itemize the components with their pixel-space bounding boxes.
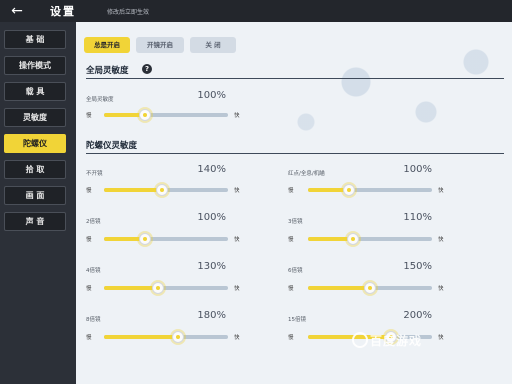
- slow-label: 慢: [288, 237, 294, 243]
- slow-label: 慢: [86, 237, 92, 243]
- settings-panel: 总是开启 开镜开启 关 闭 全局灵敏度 ? 全局灵敏度 100% 慢 快 陀螺仪…: [76, 22, 512, 384]
- mode-scope-on-button[interactable]: 开镜开启: [136, 37, 184, 53]
- slider-fill: [104, 335, 179, 339]
- sidebar-item-sensitivity[interactable]: 灵敏度: [4, 108, 66, 127]
- 3x-scope-slider[interactable]: [308, 233, 432, 245]
- slider-label: 8倍镜: [86, 317, 101, 323]
- fast-label: 快: [234, 335, 240, 341]
- slider-value: 200%: [403, 310, 432, 321]
- slider-label: 全局灵敏度: [86, 97, 114, 103]
- slow-label: 慢: [86, 188, 92, 194]
- slider-fill: [308, 286, 370, 290]
- slider-label: 2倍镜: [86, 219, 101, 225]
- slider-label: 不开镜: [86, 171, 103, 177]
- mode-always-on-button[interactable]: 总是开启: [84, 37, 130, 53]
- top-bar: ← 设置 修改后立即生效: [0, 0, 512, 22]
- slider-handle[interactable]: [364, 282, 376, 294]
- slow-label: 慢: [86, 286, 92, 292]
- fast-label: 快: [234, 237, 240, 243]
- slider-label: 3倍镜: [288, 219, 303, 225]
- save-hint: 修改后立即生效: [107, 9, 150, 16]
- fast-label: 快: [438, 335, 444, 341]
- 2x-scope-slider[interactable]: [104, 233, 228, 245]
- global-sensitivity-slider[interactable]: [104, 109, 228, 121]
- 6x-scope-slider[interactable]: [308, 282, 432, 294]
- slider-handle[interactable]: [155, 184, 168, 196]
- back-arrow-icon[interactable]: ←: [4, 2, 30, 20]
- fast-label: 快: [234, 113, 240, 119]
- slider-value: 100%: [403, 164, 432, 175]
- global-sensitivity-title: 全局灵敏度: [86, 66, 129, 76]
- sidebar-item-control-mode[interactable]: 操作模式: [4, 56, 66, 75]
- help-icon[interactable]: ?: [142, 64, 152, 74]
- slider-value: 140%: [197, 164, 226, 175]
- slow-label: 慢: [288, 286, 294, 292]
- watermark-text: 百度游戏: [370, 334, 423, 348]
- fast-label: 快: [438, 286, 444, 292]
- sidebar-item-vehicle[interactable]: 载 具: [4, 82, 66, 101]
- section-divider: [86, 153, 504, 154]
- sidebar-item-gyroscope[interactable]: 陀螺仪: [4, 134, 66, 153]
- slider-handle[interactable]: [172, 331, 185, 343]
- slider-handle[interactable]: [139, 233, 152, 245]
- page-title: 设置: [50, 5, 76, 18]
- slider-value: 110%: [403, 212, 432, 223]
- slider-label: 6倍镜: [288, 268, 303, 274]
- slider-handle[interactable]: [343, 184, 356, 196]
- fast-label: 快: [234, 286, 240, 292]
- slow-label: 慢: [86, 113, 92, 119]
- slider-label: 4倍镜: [86, 268, 101, 274]
- slider-value: 180%: [197, 310, 226, 321]
- slider-value: 100%: [197, 90, 226, 101]
- gyro-sensitivity-title: 陀螺仪灵敏度: [86, 141, 138, 151]
- slow-label: 慢: [288, 188, 294, 194]
- sidebar-item-sound[interactable]: 声 音: [4, 212, 66, 231]
- mode-off-button[interactable]: 关 闭: [190, 37, 236, 53]
- slider-value: 100%: [197, 212, 226, 223]
- slider-label: 15倍镜: [288, 317, 306, 323]
- baidu-games-logo-icon: [352, 332, 368, 348]
- fast-label: 快: [438, 188, 444, 194]
- fast-label: 快: [438, 237, 444, 243]
- 8x-scope-slider[interactable]: [104, 331, 228, 343]
- red-dot-slider[interactable]: [308, 184, 432, 196]
- sidebar: 基 础 操作模式 载 具 灵敏度 陀螺仪 拾 取 画 面 声 音: [0, 22, 70, 384]
- slider-value: 130%: [197, 261, 226, 272]
- section-divider: [86, 78, 504, 79]
- slider-fill: [104, 286, 158, 290]
- slider-handle[interactable]: [347, 233, 360, 245]
- slider-fill: [104, 188, 162, 192]
- fast-label: 快: [234, 188, 240, 194]
- sidebar-item-graphics[interactable]: 画 面: [4, 186, 66, 205]
- 4x-scope-slider[interactable]: [104, 282, 228, 294]
- no-scope-slider[interactable]: [104, 184, 228, 196]
- sidebar-item-basic[interactable]: 基 础: [4, 30, 66, 49]
- slow-label: 慢: [86, 335, 92, 341]
- slider-label: 红点/全息/机瞄: [288, 171, 325, 177]
- sidebar-item-pickup[interactable]: 拾 取: [4, 160, 66, 179]
- slow-label: 慢: [288, 335, 294, 341]
- slider-value: 150%: [403, 261, 432, 272]
- slider-handle[interactable]: [151, 282, 164, 294]
- slider-handle[interactable]: [139, 109, 152, 121]
